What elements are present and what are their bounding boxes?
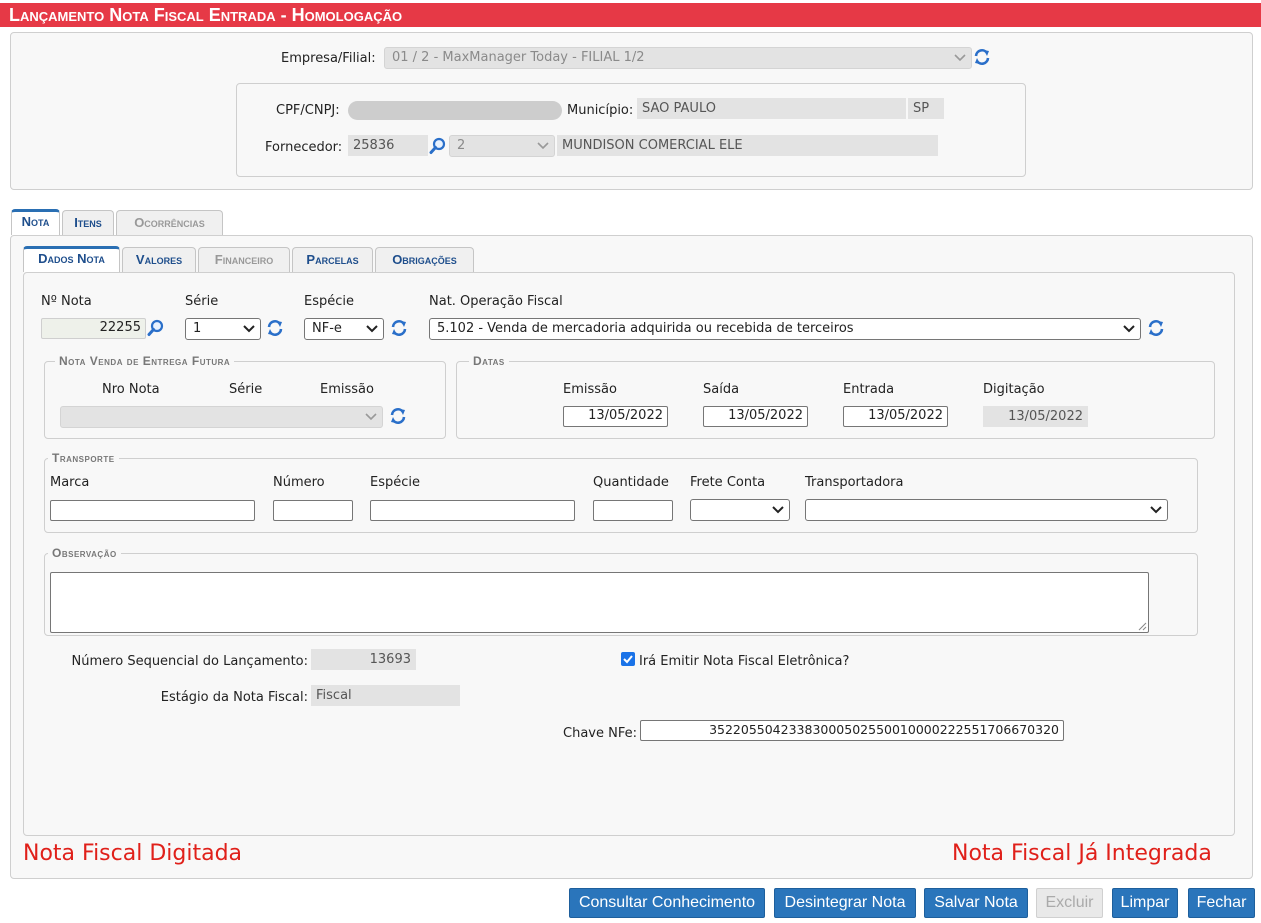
check-icon: [623, 655, 633, 664]
datas-entrada-label: Entrada: [843, 382, 895, 397]
estagio-field: Fiscal: [311, 685, 460, 706]
consultar-conhecimento-button[interactable]: Consultar Conhecimento: [569, 888, 765, 918]
numero-label: Nº Nota: [41, 294, 92, 309]
salvar-nota-button[interactable]: Salvar Nota: [924, 888, 1028, 918]
marca-label: Marca: [50, 475, 90, 490]
chevron-down-icon: [954, 53, 966, 63]
t-especie-label: Espécie: [370, 475, 420, 490]
nro-nota-label: Nro Nota: [102, 382, 160, 397]
subtab-parcelas[interactable]: Parcelas: [292, 247, 373, 273]
fornecedor-code: 25836: [348, 135, 428, 156]
entrega-futura-legend: Nota Venda de Entrega Futura: [55, 354, 235, 368]
refresh-icon[interactable]: [266, 319, 284, 337]
empresa-label: Empresa/Filial:: [281, 51, 376, 66]
chevron-down-icon: [366, 324, 378, 334]
ef-emissao-label: Emissão: [320, 382, 374, 397]
subtab-dados-nota[interactable]: Dados Nota: [23, 246, 120, 272]
refresh-icon[interactable]: [1147, 319, 1165, 337]
natop-value: 5.102 - Venda de mercadoria adquirida ou…: [437, 321, 854, 336]
entrada-date-input[interactable]: 13/05/2022: [843, 406, 948, 427]
datas-digitacao-label: Digitação: [983, 382, 1045, 397]
natop-label: Nat. Operação Fiscal: [429, 294, 563, 309]
desintegrar-nota-button[interactable]: Desintegrar Nota: [774, 888, 916, 918]
especie-value: NF-e: [312, 321, 342, 336]
serie-label: Série: [185, 294, 219, 309]
datas-saida-label: Saída: [703, 382, 740, 397]
serie-value: 1: [193, 321, 202, 336]
t-numero-label: Número: [273, 475, 325, 490]
tab-itens[interactable]: Itens: [62, 210, 114, 236]
status-right: Nota Fiscal Já Integrada: [952, 841, 1212, 866]
numero-transporte-input[interactable]: [273, 500, 353, 521]
observacao-legend: Observação: [48, 546, 121, 560]
chevron-down-icon: [365, 412, 377, 422]
marca-input[interactable]: [50, 500, 255, 521]
serie-select[interactable]: 1: [185, 318, 261, 340]
datas-legend: Datas: [469, 354, 509, 368]
resize-handle-icon[interactable]: [1138, 622, 1147, 631]
subtab-obrigacoes[interactable]: Obrigações: [375, 247, 474, 273]
emitir-nfe-checkbox[interactable]: [621, 652, 635, 666]
excluir-button[interactable]: Excluir: [1036, 888, 1103, 918]
status-left: Nota Fiscal Digitada: [23, 841, 243, 866]
tab-nota[interactable]: Nota: [11, 209, 60, 235]
sequencial-label: Número Sequencial do Lançamento:: [71, 654, 308, 669]
chave-nfe-input[interactable]: 3522055042338300050255001000022255170667…: [640, 720, 1064, 741]
refresh-icon[interactable]: [389, 407, 407, 425]
search-icon[interactable]: [147, 319, 165, 337]
quantidade-input[interactable]: [593, 500, 673, 521]
page-title: Lançamento Nota Fiscal Entrada - Homolog…: [0, 3, 1261, 27]
natop-select[interactable]: 5.102 - Venda de mercadoria adquirida ou…: [429, 318, 1141, 340]
limpar-button[interactable]: Limpar: [1112, 888, 1178, 918]
chevron-down-icon: [243, 324, 255, 334]
ef-serie-label: Série: [229, 382, 263, 397]
fornecedor-name: MUNDISON COMERCIAL ELE: [557, 135, 938, 156]
empresa-value: 01 / 2 - MaxManager Today - FILIAL 1/2: [392, 50, 645, 65]
chave-label: Chave NFe:: [563, 726, 637, 741]
digitacao-date-field: 13/05/2022: [983, 406, 1088, 427]
transporte-fieldset: Transporte: [44, 451, 1198, 533]
estagio-label: Estágio da Nota Fiscal:: [160, 690, 308, 705]
saida-date-input[interactable]: 13/05/2022: [703, 406, 808, 427]
transportadora-label: Transportadora: [805, 475, 904, 490]
especie-label: Espécie: [304, 294, 354, 309]
empresa-select[interactable]: 01 / 2 - MaxManager Today - FILIAL 1/2: [384, 47, 972, 69]
observacao-textarea[interactable]: [50, 572, 1149, 633]
frete-conta-select[interactable]: [690, 499, 790, 521]
search-icon[interactable]: [429, 137, 447, 155]
cpf-value-redacted: [348, 101, 562, 120]
subtab-valores[interactable]: Valores: [122, 247, 196, 273]
emitir-nfe-label: Irá Emitir Nota Fiscal Eletrônica?: [639, 654, 850, 669]
uf-field: SP: [908, 98, 944, 119]
transporte-legend: Transporte: [48, 451, 119, 465]
municipio-label: Município:: [567, 103, 634, 118]
datas-emissao-label: Emissão: [563, 382, 617, 397]
especie-transporte-input[interactable]: [370, 500, 575, 521]
quantidade-label: Quantidade: [593, 475, 669, 490]
especie-select[interactable]: NF-e: [304, 318, 384, 340]
chevron-down-icon: [1150, 505, 1162, 515]
entrega-futura-select[interactable]: [60, 406, 383, 428]
numero-nota-input[interactable]: 22255: [41, 318, 146, 339]
cpf-label: CPF/CNPJ:: [276, 103, 340, 118]
fornecedor-label: Fornecedor:: [265, 140, 343, 155]
chevron-down-icon: [537, 141, 549, 151]
transportadora-select[interactable]: [805, 499, 1168, 521]
fornecedor-seq-value: 2: [457, 138, 466, 153]
refresh-icon[interactable]: [390, 319, 408, 337]
refresh-icon[interactable]: [973, 48, 991, 66]
emissao-date-input[interactable]: 13/05/2022: [563, 406, 668, 427]
fornecedor-seq-select[interactable]: 2: [449, 135, 555, 157]
municipio-field: SAO PAULO: [637, 98, 906, 119]
tab-ocorrencias[interactable]: Ocorrências: [116, 210, 223, 236]
fechar-button[interactable]: Fechar: [1188, 888, 1255, 918]
subtab-financeiro[interactable]: Financeiro: [198, 247, 290, 273]
chevron-down-icon: [772, 505, 784, 515]
frete-label: Frete Conta: [690, 475, 766, 490]
sequencial-field: 13693: [311, 649, 416, 670]
datas-fieldset: Datas: [456, 354, 1215, 439]
chevron-down-icon: [1123, 324, 1135, 334]
